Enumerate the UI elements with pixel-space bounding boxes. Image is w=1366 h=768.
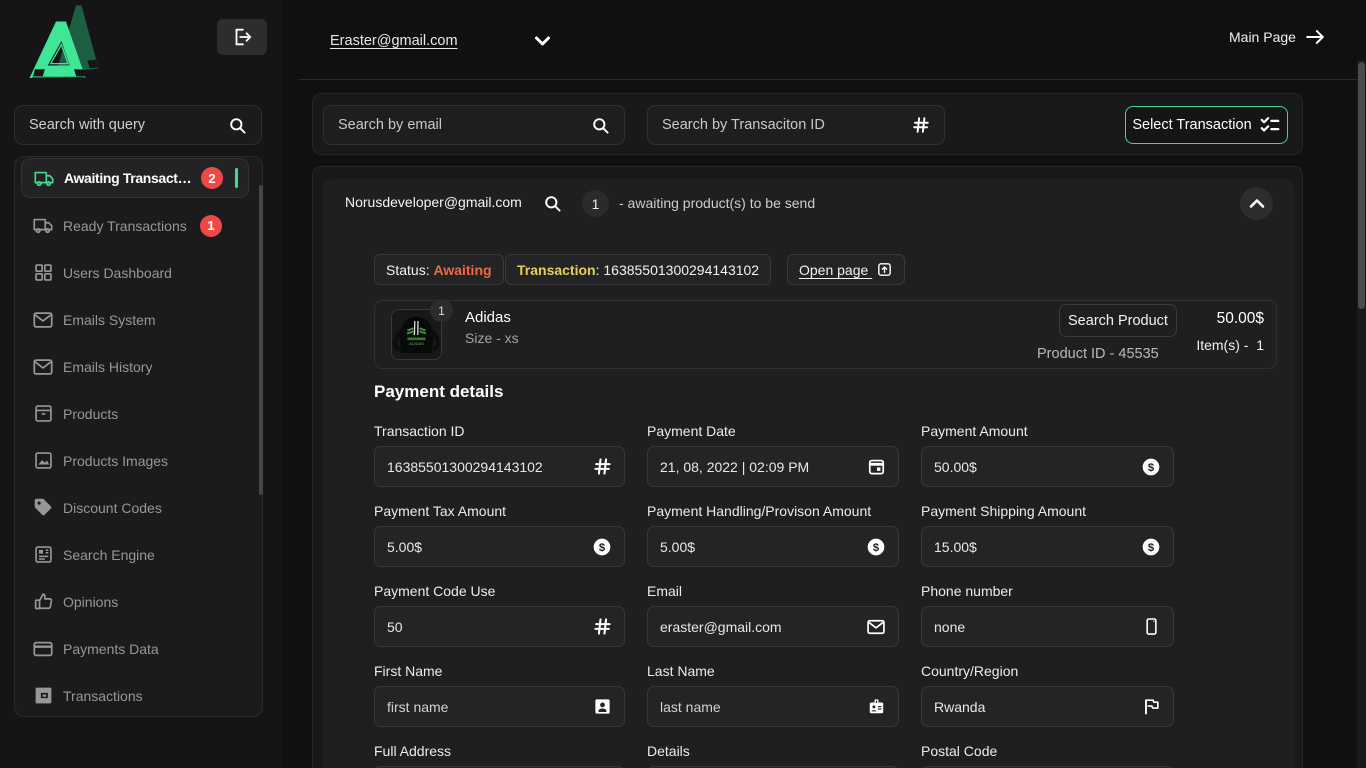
svg-text:$: $: [1148, 462, 1155, 474]
svg-text:$: $: [599, 542, 606, 554]
svg-text:ADIDAS: ADIDAS: [409, 341, 424, 346]
svg-text:$: $: [873, 542, 880, 554]
svg-text:$: $: [1148, 542, 1155, 554]
